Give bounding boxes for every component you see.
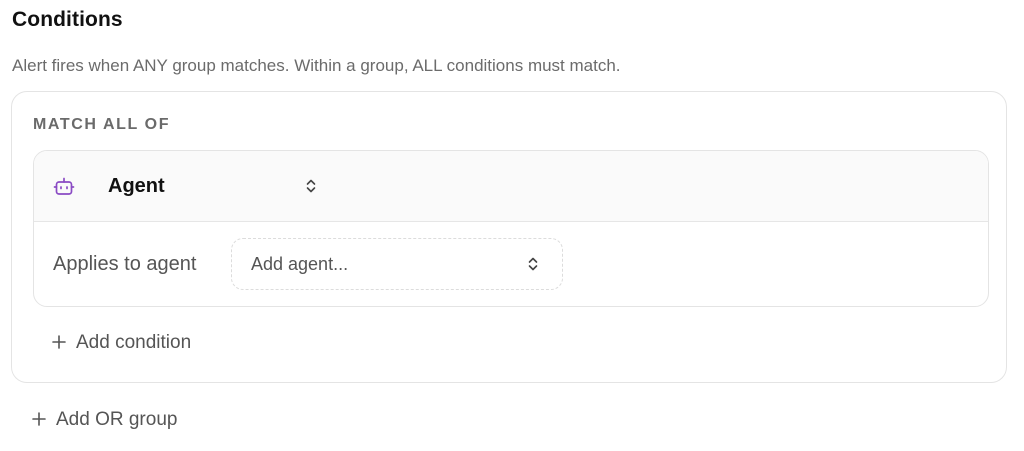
chevron-updown-icon: [306, 179, 316, 193]
condition-type-select[interactable]: Agent: [91, 163, 327, 209]
chevron-updown-icon: [528, 257, 538, 271]
condition-type-label: Agent: [108, 175, 165, 197]
condition-body: Applies to agent Add agent...: [34, 222, 988, 306]
robot-icon: [53, 177, 75, 195]
applies-to-agent-label: Applies to agent: [53, 253, 197, 275]
plus-icon: [52, 335, 66, 349]
section-description: Alert fires when ANY group matches. With…: [12, 56, 621, 75]
or-group-card: MATCH ALL OF Agent Applies to agent Add …: [11, 91, 1007, 383]
plus-icon: [32, 412, 46, 426]
agent-select[interactable]: Add agent...: [231, 238, 563, 290]
add-or-group-label: Add OR group: [56, 409, 178, 430]
condition-header: Agent: [34, 151, 988, 222]
condition-card: Agent Applies to agent Add agent...: [33, 150, 989, 307]
conditions-page: Conditions Alert fires when ANY group ma…: [0, 0, 1024, 451]
section-title: Conditions: [12, 8, 123, 31]
agent-select-placeholder: Add agent...: [251, 254, 349, 274]
group-label: MATCH ALL OF: [33, 116, 171, 133]
add-condition-label: Add condition: [76, 332, 192, 353]
